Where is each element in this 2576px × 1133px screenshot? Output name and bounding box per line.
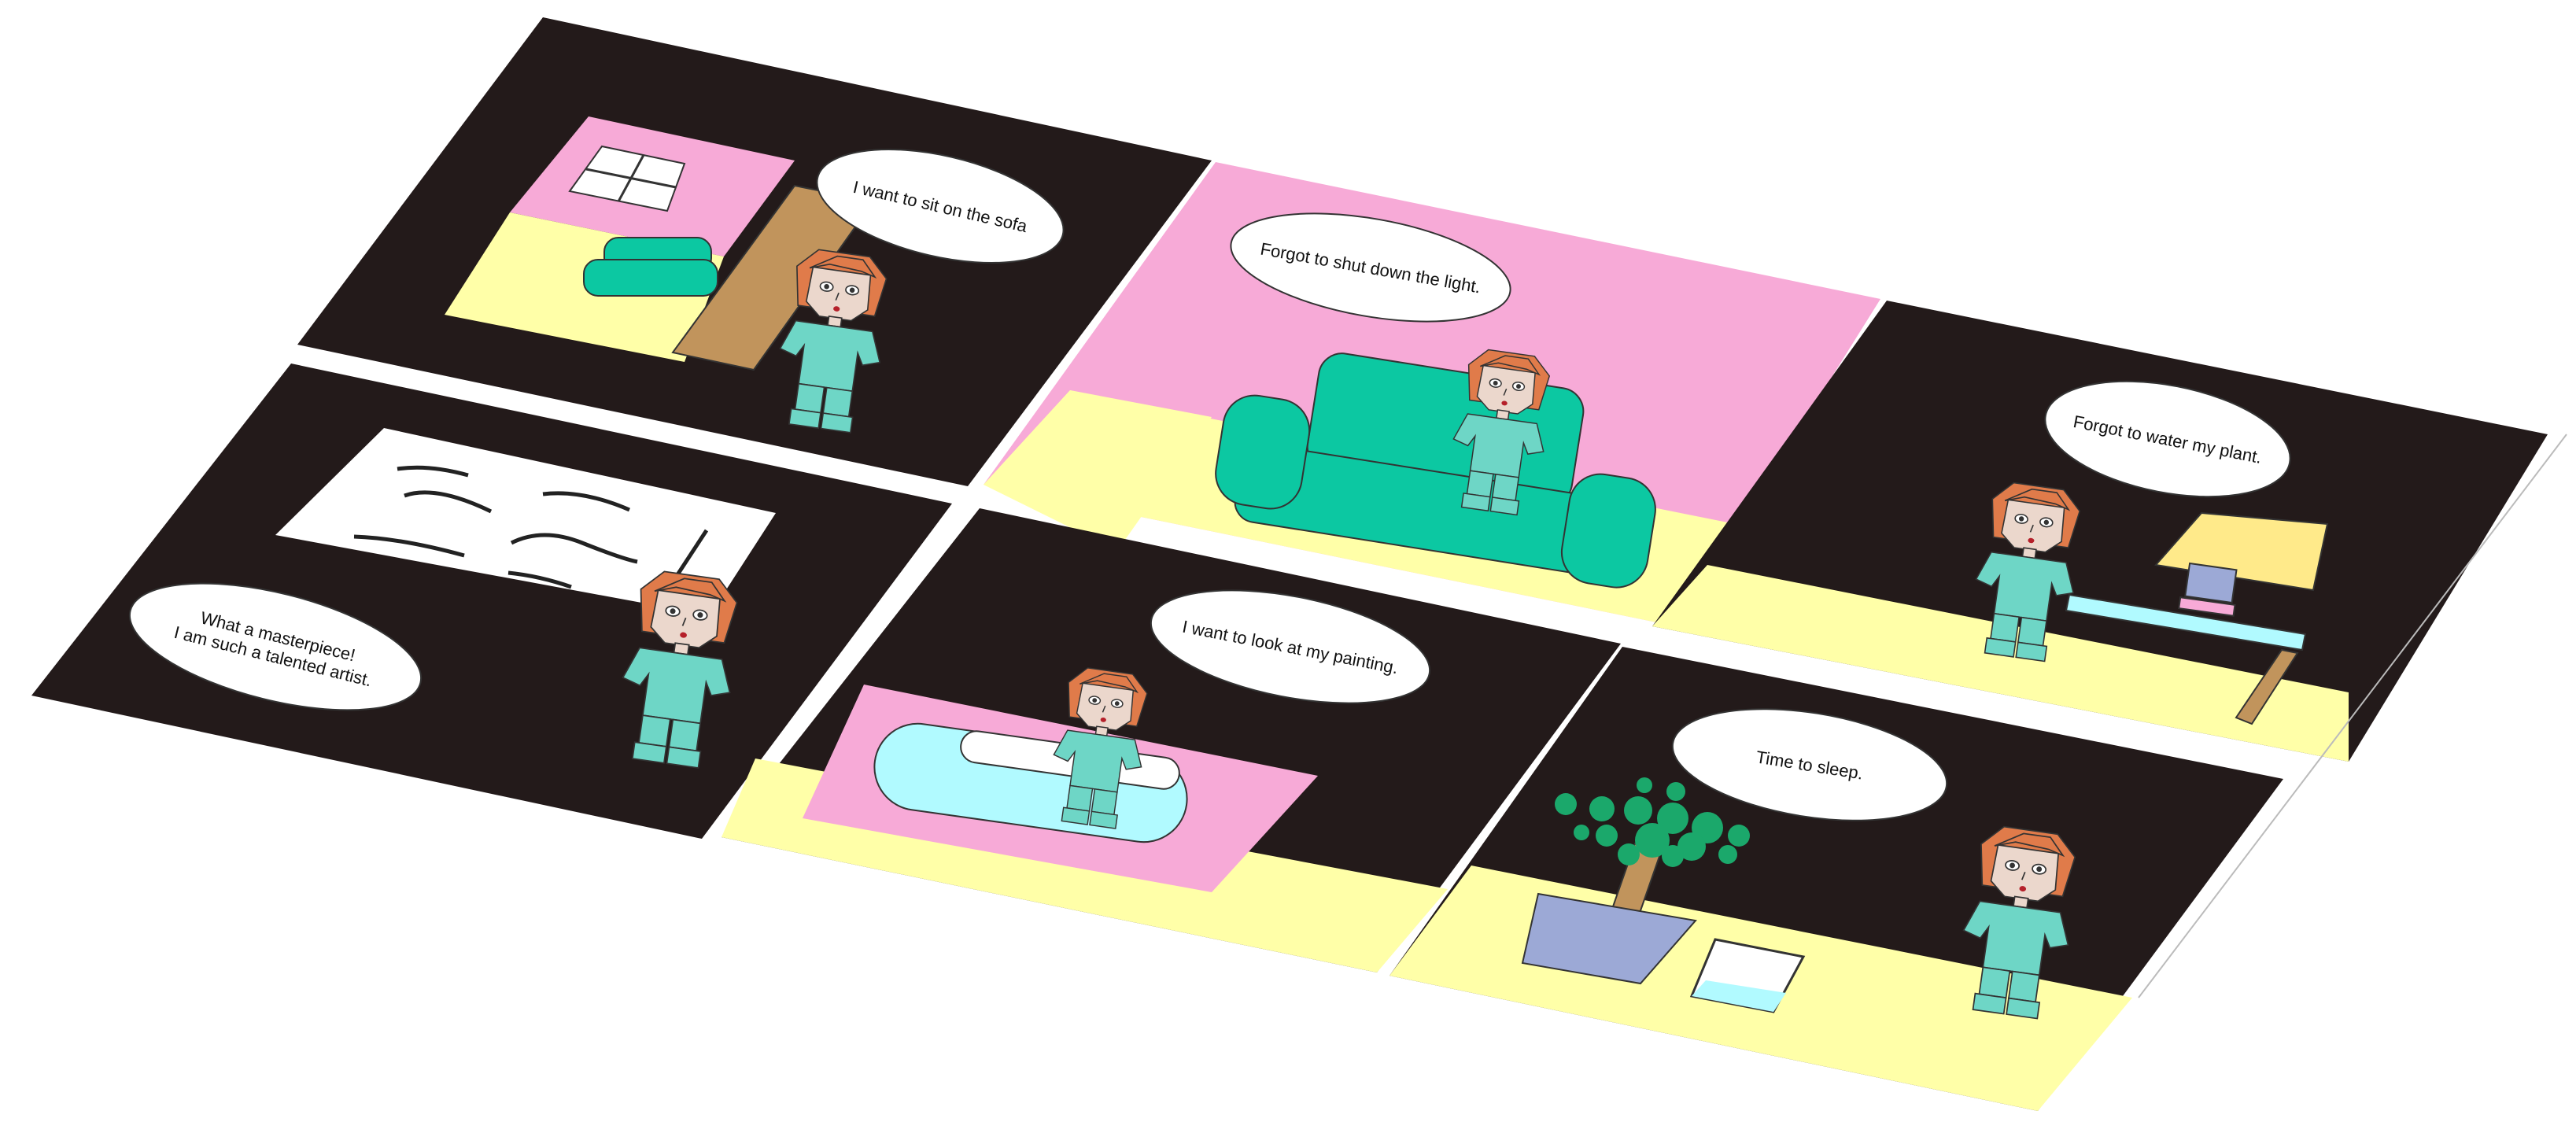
comic-stage: I want to sit on the sofa Forgot to shut… xyxy=(31,17,2567,1111)
